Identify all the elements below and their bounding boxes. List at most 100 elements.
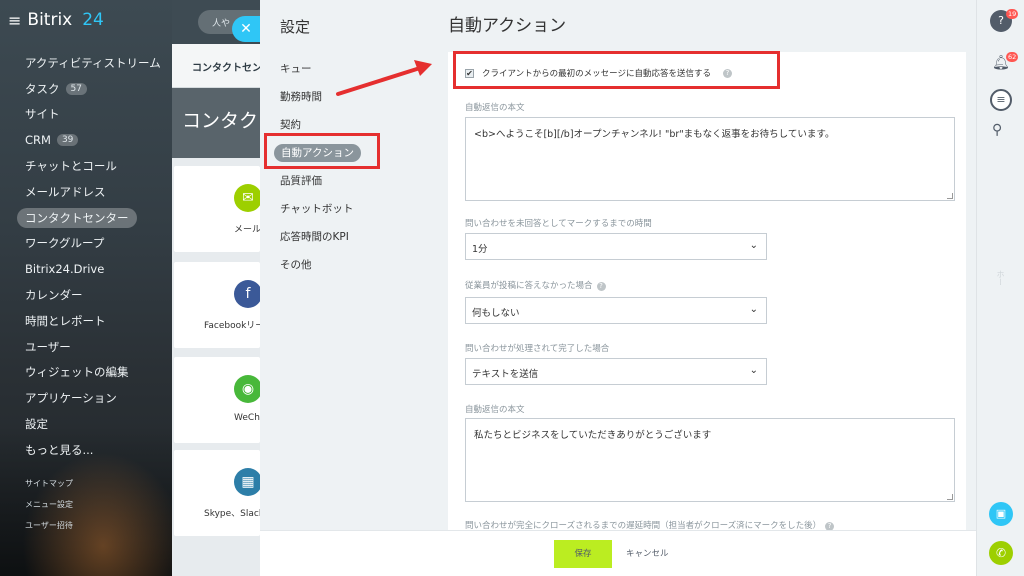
sidebar-item-label: ユーザー (25, 339, 71, 354)
sidebar-item-tasks[interactable]: タスク 57 (0, 76, 172, 102)
phone-icon: ✆ (995, 546, 1007, 560)
textarea-value: 私たちとビジネスをしていただきありがとうございます (474, 430, 712, 441)
chevron-down-icon: ⌄ (749, 365, 758, 376)
menu-highlight-box (264, 133, 380, 169)
sidebar-item-label: サイト (25, 107, 60, 122)
right-toolbar: ? 19 🔔︎ 62 ≡ ⚲ ホー ▣ ✆ (976, 0, 1024, 576)
sidebar-item-label: CRM (25, 133, 51, 148)
sidebar-item-sites[interactable]: サイト (0, 102, 172, 128)
background-page: 人や コンタクトセン コンタク ✉ メール f Facebookリー ◉ WeC… (172, 0, 260, 576)
menu-item-label: 品質評価 (280, 175, 322, 187)
sidebar-item-more[interactable]: もっと見る... (0, 437, 172, 463)
envelope-icon: ✉ (234, 184, 260, 212)
connector-card-facebook[interactable]: f Facebookリー (174, 262, 260, 348)
cancel-button[interactable]: キャンセル (626, 540, 669, 568)
chevron-down-icon: ⌄ (749, 240, 758, 251)
field-label: 問い合わせを未回答としてマークするまでの時間 (465, 219, 652, 229)
settings-menu-item-response-kpi[interactable]: 応答時間のKPI (270, 222, 390, 250)
sidebar-item-label: もっと見る... (25, 442, 94, 457)
close-icon: ✕ (240, 21, 252, 37)
sidebar-item-label: 設定 (25, 417, 48, 432)
sidebar-item-applications[interactable]: アプリケーション (0, 385, 172, 411)
sidebar-item-chat[interactable]: チャットとコール (0, 153, 172, 179)
sidebar-item-label: ワークグループ (25, 236, 105, 251)
connector-card-skype[interactable]: ▦ Skype、Slack (174, 450, 260, 536)
settings-menu-item-quality-rating[interactable]: 品質評価 (270, 166, 390, 194)
help-badge: 19 (1006, 9, 1019, 19)
welcome-message-textarea[interactable]: <b>へようこそ[b][/b]オープンチャンネル! "br"まもなく返事をお待ち… (465, 117, 955, 201)
annotation-arrow-icon (336, 60, 432, 96)
menu-settings-link[interactable]: メニュー設定 (25, 499, 73, 520)
chevron-down-icon: ⌄ (749, 304, 758, 315)
sidebar-item-label: チャットとコール (25, 159, 117, 174)
select-value: 1分 (472, 244, 488, 255)
no-answer-action-select[interactable]: 何もしない ⌄ (465, 297, 767, 324)
field-label: 従業員が投稿に答えなかった場合? (465, 279, 606, 291)
sidebar-item-drive[interactable]: Bitrix24.Drive (0, 256, 172, 282)
sidebar-item-widgets[interactable]: ウィジェットの編集 (0, 360, 172, 386)
invite-users-link[interactable]: ユーザー招待 (25, 520, 73, 541)
wechat-icon: ◉ (234, 375, 260, 403)
field-label: 問い合わせが処理されて完了した場合 (465, 344, 610, 354)
count-badge: 39 (56, 134, 79, 147)
sidebar-footer: サイトマップ メニュー設定 ユーザー招待 (25, 478, 73, 541)
settings-menu-item-other[interactable]: その他 (270, 250, 390, 278)
connector-label: Facebookリー (204, 321, 260, 331)
page-title: 自動アクション (448, 16, 567, 36)
field-label: 自動返信の本文 (465, 103, 525, 113)
connector-label: Skype、Slack (204, 509, 260, 519)
menu-icon[interactable]: ≡ (8, 11, 21, 30)
notifications-badge: 62 (1006, 52, 1019, 62)
connector-card-mail[interactable]: ✉ メール (174, 166, 260, 252)
sidebar-item-activity-stream[interactable]: アクティビティストリーム (0, 50, 172, 76)
settings-title: 設定 (280, 18, 311, 36)
close-slider-button[interactable]: ✕ (232, 16, 260, 42)
open-lines-button[interactable]: ▣ (989, 502, 1013, 526)
resize-grip-icon[interactable] (947, 494, 953, 500)
sidebar-item-settings[interactable]: 設定 (0, 411, 172, 437)
select-value: テキストを送信 (472, 369, 539, 380)
call-button[interactable]: ✆ (989, 541, 1013, 565)
background-tab[interactable]: コンタクトセン (172, 44, 260, 88)
brand-name: Bitrix (27, 10, 73, 30)
sidebar-item-mail[interactable]: メールアドレス (0, 179, 172, 205)
sidebar-item-label: タスク (25, 81, 60, 96)
chat-icon[interactable]: ≡ (990, 89, 1012, 111)
help-icon[interactable]: ? (825, 522, 835, 530)
sidebar-item-label: カレンダー (25, 288, 83, 303)
connector-label: WeCha (234, 413, 260, 423)
sitemap-link[interactable]: サイトマップ (25, 478, 73, 499)
menu-item-label: 契約 (280, 119, 301, 131)
menu-item-label: チャットボット (280, 203, 354, 215)
grid-icon: ▦ (234, 468, 260, 496)
thank-you-message-textarea[interactable]: 私たちとビジネスをしていただきありがとうございます (465, 418, 955, 502)
background-page-title: コンタク (172, 88, 260, 158)
sidebar-item-label: メールアドレス (25, 184, 106, 199)
sidebar-item-contact-center[interactable]: コンタクトセンター (0, 205, 172, 231)
settings-menu-item-chatbot[interactable]: チャットボット (270, 194, 390, 222)
logo[interactable]: ≡ Bitrix 24 (8, 10, 104, 30)
sidebar-item-label: アプリケーション (25, 391, 117, 406)
help-icon[interactable]: ? (596, 282, 606, 291)
sidebar-item-label: コンタクトセンター (17, 207, 137, 228)
completed-action-select[interactable]: テキストを送信 ⌄ (465, 358, 767, 385)
resize-grip-icon[interactable] (947, 193, 953, 199)
question-icon: ? (998, 14, 1004, 27)
field-label-text: 従業員が投稿に答えなかった場合 (465, 281, 593, 291)
save-button[interactable]: 保存 (554, 540, 612, 568)
checkbox-highlight-box (453, 51, 780, 89)
sidebar-item-workgroups[interactable]: ワークグループ (0, 231, 172, 257)
unanswered-time-select[interactable]: 1分 ⌄ (465, 233, 767, 260)
connector-label: メール (234, 225, 260, 235)
connector-card-wechat[interactable]: ◉ WeCha (174, 357, 260, 443)
document-icon: ▣ (995, 507, 1007, 520)
left-sidebar: ≡ Bitrix 24 アクティビティストリーム タスク 57 サイト CRM 39… (0, 0, 172, 576)
slider-footer: 保存 キャンセル (260, 530, 976, 576)
sidebar-item-crm[interactable]: CRM 39 (0, 127, 172, 153)
search-icon[interactable]: ⚲ (992, 122, 1002, 138)
field-label-text: 問い合わせが完全にクローズされるまでの遅延時間（担当者がクローズ済にマークをした… (465, 521, 822, 530)
brand-number: 24 (82, 10, 104, 30)
sidebar-item-users[interactable]: ユーザー (0, 334, 172, 360)
sidebar-item-calendar[interactable]: カレンダー (0, 282, 172, 308)
sidebar-item-time-reports[interactable]: 時間とレポート (0, 308, 172, 334)
